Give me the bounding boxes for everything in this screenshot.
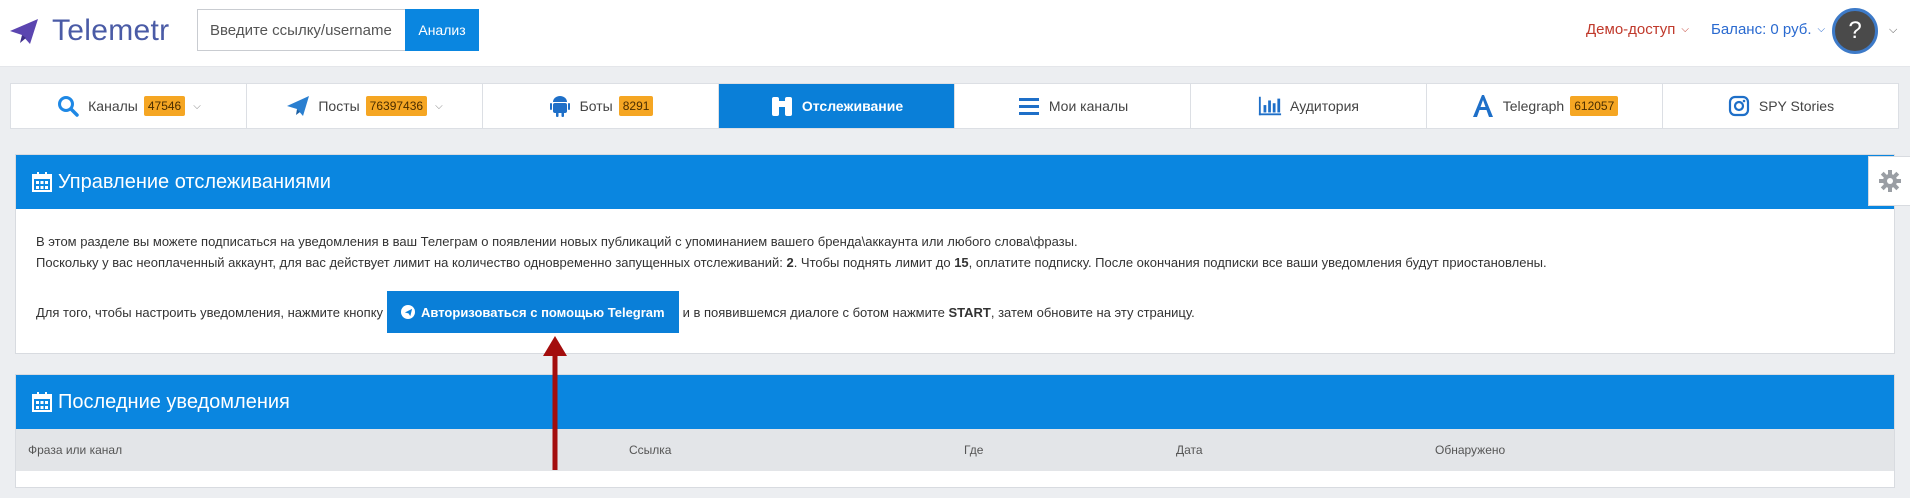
search-icon bbox=[56, 94, 80, 118]
avatar-placeholder: ? bbox=[1848, 17, 1862, 44]
count-badge: 47546 bbox=[143, 96, 186, 116]
main-nav: Каналы 47546 ⌵ Посты 76397436 ⌵ Боты 829… bbox=[10, 83, 1899, 129]
calendar-icon bbox=[32, 392, 52, 412]
limit-text: , оплатите подписку. После окончания под… bbox=[968, 255, 1547, 270]
nav-item-bots[interactable]: Боты 8291 bbox=[483, 84, 719, 128]
panel-body: В этом разделе вы можете подписаться на … bbox=[16, 209, 1894, 355]
nav-label: Мои каналы bbox=[1048, 98, 1129, 114]
count-badge: 8291 bbox=[618, 96, 654, 116]
nav-item-channels[interactable]: Каналы 47546 ⌵ bbox=[11, 84, 247, 128]
instruction-text-part: , затем обновите на эту страницу. bbox=[990, 304, 1195, 320]
nav-label: Посты bbox=[318, 98, 360, 114]
instagram-icon bbox=[1727, 94, 1751, 118]
chevron-down-icon: ⌵ bbox=[1681, 24, 1690, 35]
chevron-down-icon: ⌵ bbox=[1817, 24, 1826, 35]
panel-header: Управление отслеживаниями bbox=[16, 155, 1894, 209]
panel-title: Последние уведомления bbox=[58, 390, 290, 413]
nav-item-my-channels[interactable]: Мои каналы bbox=[955, 84, 1191, 128]
instruction-text: и в появившемся диалоге с ботом нажмите … bbox=[683, 302, 1195, 323]
telegram-auth-button[interactable]: Авторизоваться с помощью Telegram bbox=[387, 291, 679, 333]
avatar[interactable]: ? bbox=[1832, 8, 1878, 54]
nav-item-tracking[interactable]: Отслеживание bbox=[719, 84, 955, 128]
demo-access-label: Демо-доступ bbox=[1586, 21, 1676, 38]
panel-header: Последние уведомления bbox=[16, 375, 1894, 429]
android-icon bbox=[548, 94, 572, 118]
nav-label: Боты bbox=[579, 98, 613, 114]
search-input[interactable] bbox=[197, 9, 405, 51]
balance-label: Баланс: 0 руб. bbox=[1711, 21, 1812, 38]
auth-button-label: Авторизоваться с помощью Telegram bbox=[421, 304, 665, 320]
chevron-down-icon[interactable]: ⌵ bbox=[435, 101, 443, 112]
nav-label: Telegraph bbox=[1502, 98, 1565, 114]
nav-item-posts[interactable]: Посты 76397436 ⌵ bbox=[247, 84, 483, 128]
nav-label: Аудитория bbox=[1290, 98, 1359, 114]
tracking-management-panel: Управление отслеживаниями В этом разделе… bbox=[15, 154, 1895, 354]
balance-dropdown[interactable]: Баланс: 0 руб. ⌵ bbox=[1711, 21, 1825, 38]
demo-access-dropdown[interactable]: Демо-доступ ⌵ bbox=[1586, 21, 1689, 38]
current-limit: 2 bbox=[786, 255, 794, 270]
nav-label: SPY Stories bbox=[1758, 98, 1835, 114]
logo-text: Telemetr bbox=[52, 14, 170, 47]
telegram-logo-icon bbox=[10, 19, 38, 44]
latest-notifications-panel: Последние уведомления Фраза или канал Сс… bbox=[15, 374, 1895, 488]
binoculars-icon bbox=[770, 94, 794, 118]
top-header: Telemetr Анализ Демо-доступ ⌵ Баланс: 0 … bbox=[0, 0, 1910, 67]
description-line: В этом разделе вы можете подписаться на … bbox=[36, 234, 1078, 249]
nav-label: Каналы bbox=[88, 98, 138, 114]
chevron-down-icon[interactable]: ⌵ bbox=[193, 101, 201, 112]
instruction-text-part: и в появившемся диалоге с ботом нажмите bbox=[682, 304, 949, 320]
list-icon bbox=[1017, 94, 1041, 118]
nav-item-telegraph[interactable]: Telegraph 612057 bbox=[1427, 84, 1663, 128]
nav-item-audience[interactable]: Аудитория bbox=[1191, 84, 1427, 128]
gear-icon bbox=[1878, 170, 1901, 192]
calendar-icon bbox=[32, 172, 52, 192]
nav-label: Отслеживание bbox=[801, 98, 904, 114]
column-header-where[interactable]: Где bbox=[964, 443, 983, 457]
table-header: Фраза или канал Ссылка Где Дата Обнаруже… bbox=[16, 429, 1894, 471]
nav-item-spy-stories[interactable]: SPY Stories bbox=[1663, 84, 1898, 128]
analyze-button[interactable]: Анализ bbox=[405, 9, 479, 51]
count-badge: 76397436 bbox=[365, 96, 428, 116]
telegram-icon bbox=[401, 305, 416, 319]
instruction-line: Для того, чтобы настроить уведомления, н… bbox=[36, 291, 1874, 333]
limit-text: Поскольку у вас неоплаченный аккаунт, дл… bbox=[36, 255, 787, 270]
annotation-arrow bbox=[543, 336, 567, 470]
limit-text: . Чтобы поднять лимит до bbox=[793, 255, 955, 270]
start-command: START bbox=[948, 304, 991, 320]
panel-title: Управление отслеживаниями bbox=[58, 170, 331, 193]
bar-chart-icon bbox=[1258, 94, 1282, 118]
limit-line: Поскольку у вас неоплаченный аккаунт, дл… bbox=[36, 252, 1874, 273]
chevron-down-icon[interactable]: ⌵ bbox=[1889, 24, 1897, 37]
column-header-phrase[interactable]: Фраза или канал bbox=[28, 443, 122, 457]
max-limit: 15 bbox=[954, 255, 969, 270]
settings-tab[interactable] bbox=[1868, 156, 1910, 206]
column-header-link[interactable]: Ссылка bbox=[629, 443, 671, 457]
column-header-date[interactable]: Дата bbox=[1176, 443, 1203, 457]
letter-a-icon bbox=[1471, 94, 1495, 118]
count-badge: 612057 bbox=[1570, 96, 1619, 116]
instruction-text: Для того, чтобы настроить уведомления, н… bbox=[36, 304, 384, 320]
paper-plane-icon bbox=[286, 94, 310, 118]
column-header-detected[interactable]: Обнаружено bbox=[1435, 443, 1505, 457]
search-form: Анализ bbox=[197, 9, 479, 51]
logo[interactable]: Telemetr bbox=[8, 14, 169, 48]
